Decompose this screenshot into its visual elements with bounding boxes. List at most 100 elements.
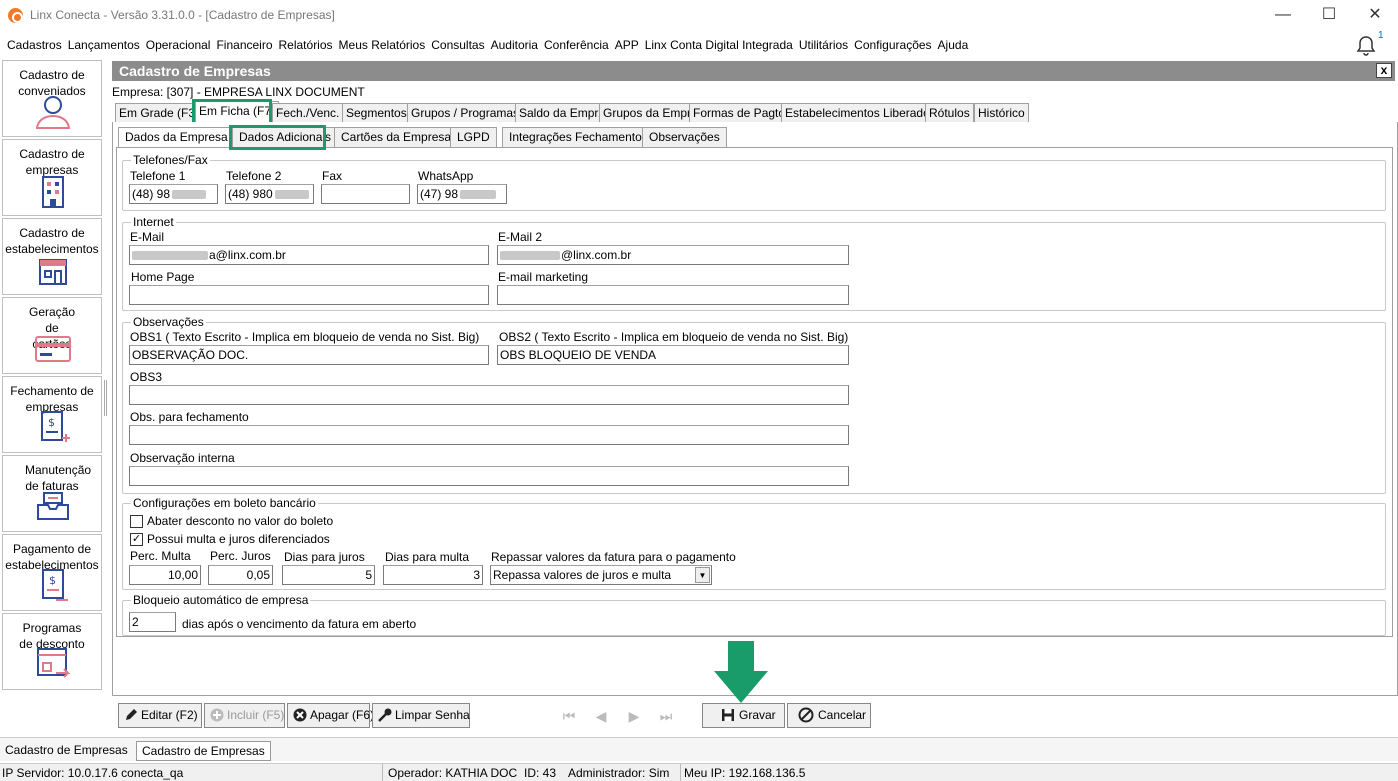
editar-button[interactable]: Editar (F2) [118,703,202,728]
bloqueio-dias-field[interactable]: 2 [129,612,176,632]
tab-historico[interactable]: Histórico [974,103,1029,122]
tab-segmentos[interactable]: Segmentos [342,103,411,122]
limpar-senha-button[interactable]: Limpar Senha [372,703,470,728]
menu-consultas[interactable]: Consultas [428,34,487,56]
tab-formas-pagto[interactable]: Formas de Pagto [689,103,790,122]
repassar-select[interactable]: Repassa valores de juros e multa ▼ [490,565,712,585]
limpar-senha-label: Limpar Senha [395,708,470,722]
tab-saldo-empr[interactable]: Saldo da Empr. [515,103,606,122]
minimize-button[interactable]: — [1260,0,1306,30]
tab-grupos-programas[interactable]: Grupos / Programas [407,103,524,122]
menu-financeiro[interactable]: Financeiro [213,34,275,56]
close-form-button[interactable]: x [1376,63,1392,78]
last-record-icon[interactable]: ⏭ [657,707,675,725]
obs1-field[interactable]: OBSERVAÇÃO DOC. [129,345,489,365]
tab-fech-venc[interactable]: Fech./Venc. [272,103,344,122]
menu-configuracoes[interactable]: Configurações [851,34,934,56]
sidebar-item-faturas[interactable]: Manutenção de faturas [2,455,102,532]
tab-integracoes-fechamento[interactable]: Integrações Fechamento [502,127,649,147]
menu-lancamentos[interactable]: Lançamentos [65,34,143,56]
perc-multa-label: Perc. Multa [130,549,191,563]
invoice-icon: $ [41,411,70,442]
email2-value: @linx.com.br [561,248,632,262]
tab-rotulos[interactable]: Rótulos [925,103,974,122]
obs3-field[interactable] [129,385,849,405]
abater-desconto-checkbox[interactable] [130,515,143,528]
menu-linx-conta-digital[interactable]: Linx Conta Digital Integrada [642,34,796,56]
bell-icon[interactable] [1354,34,1378,58]
perc-juros-label: Perc. Juros [210,549,271,563]
sidebar-item-programas[interactable]: Programas de desconto [2,613,102,690]
fax-field[interactable] [321,184,410,204]
whatsapp-field[interactable]: (47) 98 [417,184,507,204]
email2-field[interactable]: @linx.com.br [497,245,849,265]
homepage-field[interactable] [129,285,489,305]
save-icon [722,709,734,721]
gravar-button[interactable]: Gravar [702,703,785,728]
key-icon [378,708,392,722]
first-record-icon[interactable]: ⏮ [560,707,578,725]
status-id: ID: 43 [524,766,557,780]
bloqueio-dias-label: dias após o vencimento da fatura em aber… [182,617,417,631]
perc-multa-field[interactable]: 10,00 [129,565,201,585]
chevron-down-icon[interactable]: ▼ [695,567,710,583]
status-divider [680,764,681,781]
tab-lgpd[interactable]: LGPD [450,127,497,147]
multa-juros-checkbox[interactable]: ✓ [130,533,143,546]
obs2-field[interactable]: OBS BLOQUEIO DE VENDA [497,345,849,365]
menu-utilitarios[interactable]: Utilitários [796,34,851,56]
email-field[interactable]: a@linx.com.br [129,245,489,265]
email-marketing-label: E-mail marketing [498,270,589,284]
whatsapp-value: (47) 98 [420,187,459,201]
close-window-button[interactable]: ✕ [1352,0,1398,30]
sidebar-splitter[interactable] [104,380,107,416]
menu-ajuda[interactable]: Ajuda [935,34,972,56]
dias-juros-field[interactable]: 5 [282,565,375,585]
telefone2-field[interactable]: (48) 980 [225,184,314,204]
apagar-button[interactable]: Apagar (F6) [287,703,374,728]
telefone1-label: Telefone 1 [130,169,186,183]
whatsapp-label: WhatsApp [418,169,474,183]
sidebar-item-conveniados[interactable]: Cadastro de conveniados [2,60,102,137]
incluir-button[interactable]: Incluir (F5) [204,703,285,728]
cancelar-label: Cancelar [818,708,867,722]
sidebar-item-pagamento[interactable]: Pagamento de estabelecimentos $ [2,534,102,611]
editar-label: Editar (F2) [141,708,198,722]
maximize-button[interactable]: ☐ [1306,0,1352,30]
dias-multa-field[interactable]: 3 [383,565,483,585]
obs3-label: OBS3 [130,370,163,384]
menu-bar: Cadastros Lançamentos Operacional Financeir… [0,34,1398,56]
menu-relatorios[interactable]: Relatórios [276,34,336,56]
tab-observacoes[interactable]: Observações [642,127,727,147]
menu-meus-relatorios[interactable]: Meus Relatórios [336,34,429,56]
window-tab-active[interactable]: Cadastro de Empresas [136,741,271,761]
sidebar-item-fechamento[interactable]: Fechamento de empresas $ [2,376,102,453]
perc-juros-field[interactable]: 0,05 [208,565,273,585]
menu-operacional[interactable]: Operacional [143,34,214,56]
cancelar-button[interactable]: Cancelar [787,703,871,728]
tab-em-grade[interactable]: Em Grade (F3) [115,103,204,122]
menu-conferencia[interactable]: Conferência [541,34,612,56]
tab-estabelecimentos-liberados[interactable]: Estabelecimentos Liberados [781,103,940,122]
menu-auditoria[interactable]: Auditoria [488,34,541,56]
tab-grupos-empr[interactable]: Grupos da Empr. [599,103,698,122]
telefone1-field[interactable]: (48) 98 [129,184,218,204]
sidebar-item-estabelecimentos[interactable]: Cadastro de estabelecimentos [2,218,102,295]
email-marketing-field[interactable] [497,285,849,305]
obs-fechamento-field[interactable] [129,425,849,445]
fax-label: Fax [322,169,343,183]
incluir-label: Incluir (F5) [227,708,285,722]
sidebar-item-empresas[interactable]: Cadastro de empresas [2,139,102,216]
menu-app[interactable]: APP [612,34,642,56]
next-record-icon[interactable]: ▶ [625,707,643,725]
window-title: Linx Conecta - Versão 3.31.0.0 - [Cadast… [30,8,335,22]
tab-dados-empresa[interactable]: Dados da Empresa [118,127,235,147]
previous-record-icon[interactable]: ◀ [592,707,610,725]
down-arrow-annotation-icon [714,641,768,703]
sidebar-item-cartoes[interactable]: Geração de cartões [2,297,102,374]
tab-cartoes-empresa[interactable]: Cartões da Empresa [334,127,459,147]
apagar-label: Apagar (F6) [310,708,375,722]
menu-cadastros[interactable]: Cadastros [4,34,65,56]
obs-interna-field[interactable] [129,466,849,486]
window-tab[interactable]: Cadastro de Empresas [0,741,133,761]
